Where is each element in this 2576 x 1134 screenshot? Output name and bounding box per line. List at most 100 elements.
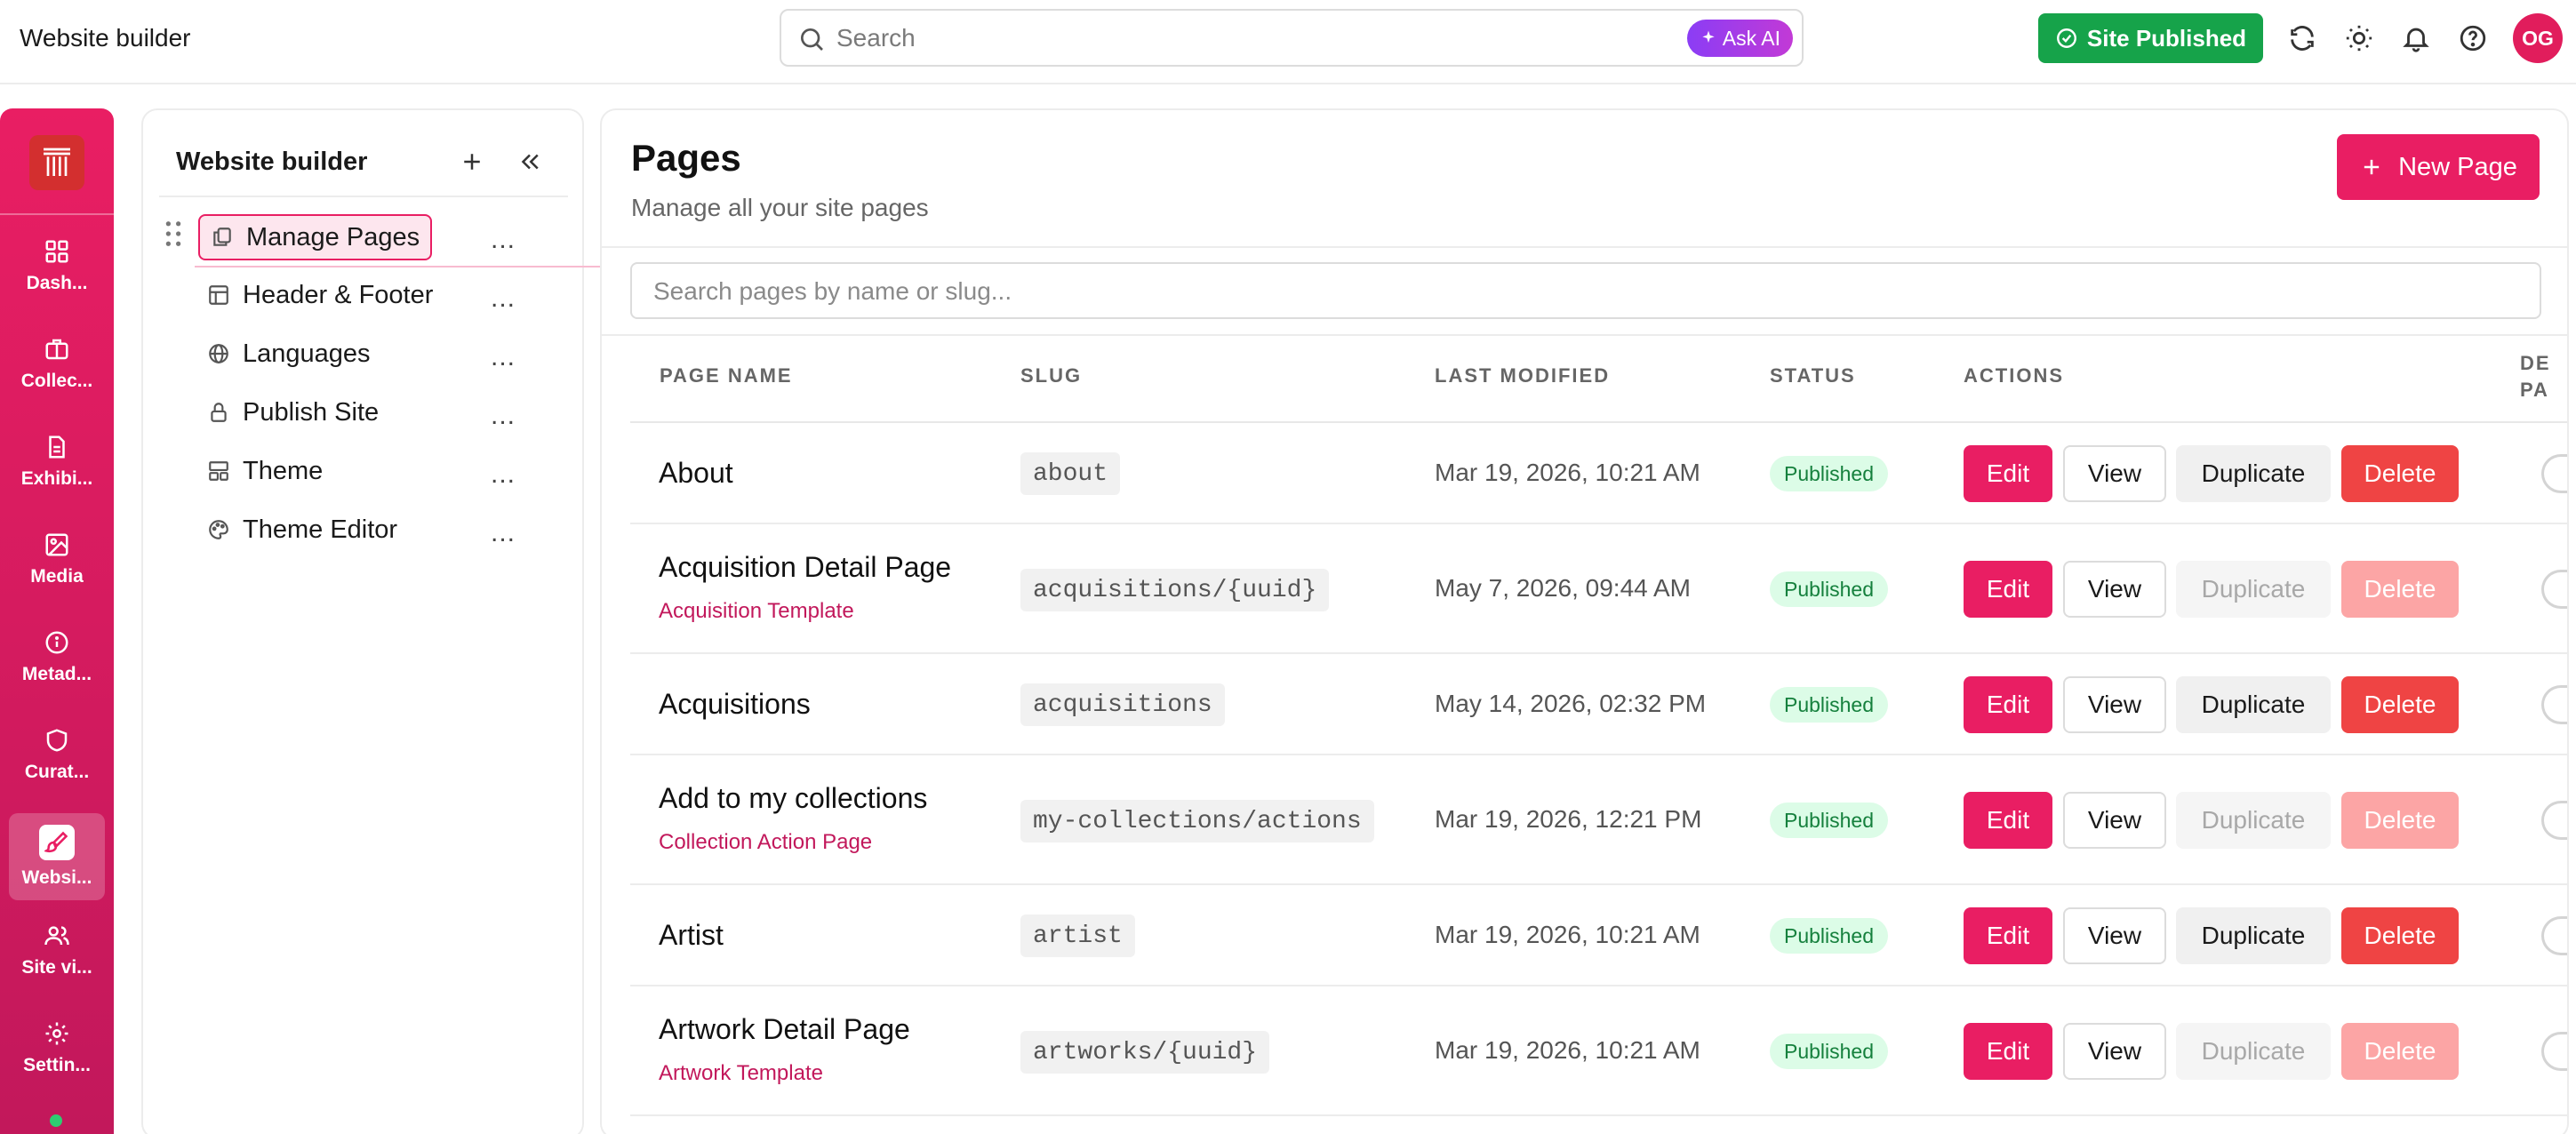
duplicate-button[interactable]: Duplicate xyxy=(2176,676,2331,733)
more-options-icon[interactable]: ... xyxy=(485,518,521,547)
column-header-status[interactable]: STATUS xyxy=(1770,364,1856,387)
default-page-radio[interactable] xyxy=(2541,801,2567,840)
sidebar-item-theme[interactable]: Theme xyxy=(196,448,333,494)
globe-icon xyxy=(209,344,228,363)
default-page-radio[interactable] xyxy=(2541,916,2567,955)
search-input[interactable] xyxy=(836,20,1548,57)
view-button[interactable]: View xyxy=(2063,561,2166,618)
delete-button[interactable]: Delete xyxy=(2341,792,2459,849)
view-button[interactable]: View xyxy=(2063,445,2166,502)
rail-item-curation[interactable]: Curat... xyxy=(9,711,105,798)
filter-divider xyxy=(602,334,2567,336)
edit-button[interactable]: Edit xyxy=(1964,1023,2052,1080)
help-icon[interactable] xyxy=(2455,20,2491,56)
more-options-icon[interactable]: ... xyxy=(485,284,521,313)
column-header-default-page[interactable]: DE PA xyxy=(2520,350,2556,403)
top-bar: Website builder Ask AI Site Published OG xyxy=(0,0,2576,84)
status-badge: Published xyxy=(1770,687,1889,723)
site-published-label: Site Published xyxy=(2086,24,2247,52)
lock-icon xyxy=(211,403,227,422)
bell-icon[interactable] xyxy=(2398,20,2434,56)
rail-item-exhibitions[interactable]: Exhibi... xyxy=(9,418,105,505)
duplicate-button[interactable]: Duplicate xyxy=(2176,792,2331,849)
rail-item-metadata[interactable]: Metad... xyxy=(9,613,105,700)
column-header-last-modified[interactable]: LAST MODIFIED xyxy=(1435,364,1610,387)
sun-icon[interactable] xyxy=(2341,20,2377,56)
column-header-actions: ACTIONS xyxy=(1964,364,2064,387)
plus-icon xyxy=(2364,159,2380,175)
table-row: Acquisition Detail Page Acquisition Temp… xyxy=(630,524,2567,654)
site-published-button[interactable]: Site Published xyxy=(2038,13,2263,63)
more-options-icon[interactable]: ... xyxy=(485,225,521,254)
status-badge: Published xyxy=(1770,571,1889,607)
rail-item-site-visitors[interactable]: Site vi... xyxy=(9,906,105,994)
page-name: About xyxy=(659,457,733,489)
more-options-icon[interactable]: ... xyxy=(485,401,521,430)
ask-ai-label: Ask AI xyxy=(1722,26,1780,50)
duplicate-button[interactable]: Duplicate xyxy=(2176,1023,2331,1080)
edit-button[interactable]: Edit xyxy=(1964,792,2052,849)
delete-button[interactable]: Delete xyxy=(2341,907,2459,964)
sidebar-item-publish-site[interactable]: Publish Site xyxy=(196,389,389,435)
default-page-radio[interactable] xyxy=(2541,685,2567,724)
page-name: Artwork Detail Page xyxy=(659,1013,910,1045)
sidebar-item-label: Languages xyxy=(243,339,371,368)
sidebar-item-label: Publish Site xyxy=(243,397,380,427)
view-button[interactable]: View xyxy=(2063,907,2166,964)
default-page-radio[interactable] xyxy=(2541,454,2567,493)
sidebar-item-languages[interactable]: Languages xyxy=(196,331,381,377)
view-button[interactable]: View xyxy=(2063,1023,2166,1080)
duplicate-button[interactable]: Duplicate xyxy=(2176,561,2331,618)
delete-button[interactable]: Delete xyxy=(2341,561,2459,618)
collapse-icon[interactable] xyxy=(512,144,548,180)
page-search-input[interactable] xyxy=(653,275,1987,308)
pages-icon xyxy=(213,228,231,246)
delete-button[interactable]: Delete xyxy=(2341,1023,2459,1080)
view-button[interactable]: View xyxy=(2063,792,2166,849)
briefcase-icon xyxy=(43,335,71,363)
sidebar-item-manage-pages[interactable]: Manage Pages xyxy=(198,214,433,260)
default-page-radio[interactable] xyxy=(2541,1032,2567,1071)
status-badge: Published xyxy=(1770,456,1889,491)
edit-button[interactable]: Edit xyxy=(1964,445,2052,502)
status-badge: Published xyxy=(1770,803,1889,838)
column-header-page-name[interactable]: PAGE NAME xyxy=(660,364,793,387)
duplicate-button[interactable]: Duplicate xyxy=(2176,907,2331,964)
duplicate-button[interactable]: Duplicate xyxy=(2176,445,2331,502)
view-button[interactable]: View xyxy=(2063,676,2166,733)
page-template: Acquisition Template xyxy=(659,599,854,623)
edit-button[interactable]: Edit xyxy=(1964,676,2052,733)
status-badge: Published xyxy=(1770,918,1889,954)
rail-item-label: Websi... xyxy=(21,867,92,888)
more-options-icon[interactable]: ... xyxy=(485,342,521,371)
edit-button[interactable]: Edit xyxy=(1964,907,2052,964)
museum-logo-icon[interactable] xyxy=(29,135,84,190)
page-slug: artist xyxy=(1020,914,1135,957)
sidebar-item-theme-editor[interactable]: Theme Editor xyxy=(196,507,408,553)
avatar[interactable]: OG xyxy=(2513,13,2563,63)
sidebar-item-label: Theme Editor xyxy=(243,515,398,544)
delete-button[interactable]: Delete xyxy=(2341,445,2459,502)
more-options-icon[interactable]: ... xyxy=(485,459,521,489)
column-header-slug[interactable]: SLUG xyxy=(1020,364,1082,387)
page-modified: Mar 19, 2026, 12:21 PM xyxy=(1435,805,1702,833)
drag-handle-icon[interactable] xyxy=(164,220,182,247)
rail-item-collections[interactable]: Collec... xyxy=(9,320,105,407)
global-search[interactable]: Ask AI xyxy=(780,9,1804,67)
ask-ai-button[interactable]: Ask AI xyxy=(1686,20,1793,57)
rail-item-media[interactable]: Media xyxy=(9,515,105,603)
delete-button[interactable]: Delete xyxy=(2341,676,2459,733)
image-icon xyxy=(43,531,71,559)
sidebar-item-header-footer[interactable]: Header & Footer xyxy=(196,272,444,318)
rail-item-dashboard[interactable]: Dash... xyxy=(9,222,105,309)
rail-item-settings[interactable]: Settin... xyxy=(9,1004,105,1091)
rail-item-website[interactable]: Websi... xyxy=(9,813,105,900)
refresh-icon[interactable] xyxy=(2284,20,2320,56)
new-page-button[interactable]: New Page xyxy=(2337,134,2540,200)
edit-button[interactable]: Edit xyxy=(1964,561,2052,618)
default-page-radio[interactable] xyxy=(2541,570,2567,609)
page-filter[interactable] xyxy=(630,262,2541,319)
page-slug: artworks/{uuid} xyxy=(1020,1031,1270,1074)
plus-icon[interactable] xyxy=(454,144,490,180)
theme-icon xyxy=(209,461,228,481)
